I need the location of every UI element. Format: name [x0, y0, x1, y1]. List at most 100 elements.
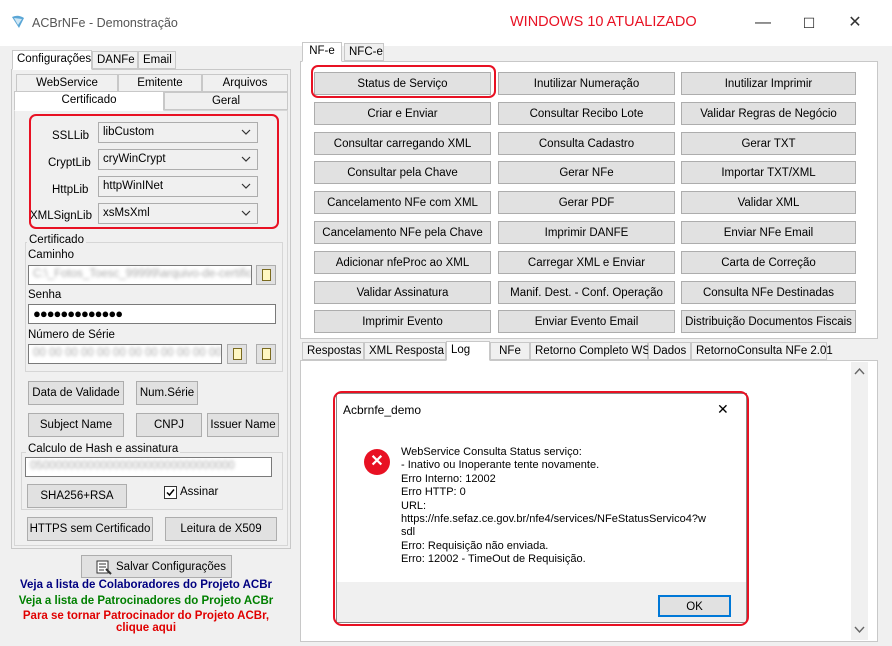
bottom-tab-dados[interactable]: Dados: [648, 342, 691, 360]
nfe-action-button-col3-row6[interactable]: Enviar NFe Email: [681, 221, 856, 244]
tab-danfe[interactable]: DANFe: [92, 51, 138, 69]
ssllib-select[interactable]: libCustom: [98, 122, 258, 143]
maximize-button[interactable]: ☐: [786, 8, 832, 38]
nfe-action-button-col2-row4[interactable]: Gerar NFe: [498, 161, 675, 185]
tab-email[interactable]: Email: [138, 51, 176, 69]
nfe-action-button-col3-row9[interactable]: Distribuição Documentos Fiscais: [681, 310, 856, 334]
nfe-action-button-col1-row6[interactable]: Cancelamento NFe pela Chave: [314, 221, 491, 244]
nfe-action-button-col1-row4[interactable]: Consultar pela Chave: [314, 161, 491, 185]
nfe-action-button-col1-row5[interactable]: Cancelamento NFe com XML: [314, 191, 491, 215]
chevron-down-icon: [241, 156, 251, 162]
nfe-action-button-col2-row2[interactable]: Consultar Recibo Lote: [498, 101, 675, 125]
subtab-geral[interactable]: Geral: [164, 92, 288, 110]
link-tornar-patrocinador[interactable]: Para se tornar Patrocinador do Projeto A…: [10, 610, 282, 622]
subtab-certificado[interactable]: Certificado: [14, 91, 164, 111]
nfe-action-button-col3-row2[interactable]: Validar Regras de Negócio: [681, 101, 856, 125]
sha256-rsa-button[interactable]: SHA256+RSA: [27, 484, 127, 508]
httplib-select[interactable]: httpWinINet: [98, 176, 258, 197]
document-icon: [262, 269, 271, 281]
subject-name-button[interactable]: Subject Name: [28, 413, 124, 437]
https-sem-certificado-button[interactable]: HTTPS sem Certificado: [27, 517, 153, 541]
cryptlib-label: CryptLib: [48, 157, 91, 169]
chevron-down-icon: [241, 183, 251, 189]
subtab-arquivos[interactable]: Arquivos: [202, 74, 288, 92]
nfe-action-button-col3-row1[interactable]: Inutilizar Imprimir: [681, 72, 856, 95]
scroll-up-icon[interactable]: [854, 367, 865, 375]
scroll-down-icon[interactable]: [854, 626, 865, 634]
nfe-action-button-col2-row1[interactable]: Inutilizar Numeração: [498, 72, 675, 95]
salvar-configuracoes-button[interactable]: Salvar Configurações: [81, 555, 232, 578]
minimize-button[interactable]: —: [740, 8, 786, 38]
tab-configuracoes[interactable]: Configurações: [12, 50, 92, 70]
error-dialog: Acbrnfe_demo ✕ ✕ WebService Consulta Sta…: [336, 393, 747, 623]
num-serie-button[interactable]: Num.Série: [136, 381, 198, 405]
issuer-name-button[interactable]: Issuer Name: [207, 413, 279, 437]
data-validade-button[interactable]: Data de Validade: [28, 381, 124, 405]
window-title: ACBrNFe - Demonstração: [32, 16, 178, 30]
nfe-action-button-col1-row1[interactable]: Status de Serviço: [314, 72, 491, 95]
leitura-x509-button[interactable]: Leitura de X509: [165, 517, 277, 541]
ssllib-label: SSLLib: [52, 130, 90, 142]
bottom-tab-retorno-completo-ws[interactable]: Retorno Completo WS: [530, 342, 650, 360]
bottom-tab-retornoconsulta-nfe-2-01[interactable]: RetornoConsulta NFe 2.01: [691, 342, 833, 360]
chevron-down-icon: [241, 129, 251, 135]
select-serie-button[interactable]: [227, 344, 247, 364]
dialog-close-button[interactable]: ✕: [717, 401, 729, 418]
bottom-tab-respostas[interactable]: Respostas: [302, 342, 364, 360]
nfe-action-button-col1-row9[interactable]: Imprimir Evento: [314, 310, 491, 334]
hash-group-title: Calculo de Hash e assinatura: [26, 443, 181, 455]
chevron-down-icon: [241, 210, 251, 216]
nfe-action-button-col1-row2[interactable]: Criar e Enviar: [314, 101, 491, 125]
nfe-action-button-col2-row5[interactable]: Gerar PDF: [498, 191, 675, 215]
document-icon: [233, 348, 242, 360]
nfe-action-button-col1-row3[interactable]: Consultar carregando XML: [314, 131, 491, 155]
caminho-input[interactable]: C:\_Fotos_Toesc_99999\arquivo-de-certifi…: [28, 265, 252, 285]
nfe-action-button-col3-row7[interactable]: Carta de Correção: [681, 250, 856, 274]
select-serie-file-button[interactable]: [256, 344, 276, 364]
tab-nfe[interactable]: NF-e: [302, 42, 342, 62]
nfe-action-button-col2-row8[interactable]: Manif. Dest. - Conf. Operação: [498, 280, 675, 304]
nfe-action-button-col2-row9[interactable]: Enviar Evento Email: [498, 310, 675, 334]
subtab-webservice[interactable]: WebService: [16, 74, 118, 92]
assinar-label: Assinar: [180, 486, 219, 498]
bottom-tab-nfe[interactable]: NFe: [490, 342, 530, 360]
nfe-action-button-col3-row5[interactable]: Validar XML: [681, 191, 856, 215]
cryptlib-select[interactable]: cryWinCrypt: [98, 149, 258, 170]
httplib-label: HttpLib: [52, 184, 89, 196]
log-scrollbar[interactable]: [851, 362, 868, 640]
nfe-action-button-col3-row3[interactable]: Gerar TXT: [681, 131, 856, 155]
tab-nfce[interactable]: NFC-e: [344, 43, 384, 61]
nfe-action-button-col2-row3[interactable]: Consulta Cadastro: [498, 131, 675, 155]
xmlsignlib-select[interactable]: xsMsXml: [98, 203, 258, 224]
httplib-value: httpWinINet: [103, 180, 164, 192]
cnpj-button[interactable]: CNPJ: [136, 413, 202, 437]
save-config-icon: [96, 560, 112, 575]
browse-certificate-button[interactable]: [256, 265, 276, 285]
ssllib-value: libCustom: [103, 126, 155, 138]
link-colaboradores[interactable]: Veja a lista de Colaboradores do Projeto…: [10, 579, 282, 591]
dialog-message: WebService Consulta Status serviço: - In…: [401, 446, 706, 566]
nfe-action-button-col2-row6[interactable]: Imprimir DANFE: [498, 221, 675, 244]
nfe-action-button-col1-row8[interactable]: Validar Assinatura: [314, 280, 491, 304]
nfe-action-button-col3-row4[interactable]: Importar TXT/XML: [681, 161, 856, 185]
nfe-action-button-col2-row7[interactable]: Carregar XML e Enviar: [498, 250, 675, 274]
assinar-checkbox[interactable]: [164, 486, 177, 499]
serie-input[interactable]: 00 00 00 00 00 00 00 00 00 00 00 00 00 0…: [28, 344, 222, 364]
subtab-emitente[interactable]: Emitente: [118, 74, 202, 92]
bottom-tab-log[interactable]: Log: [446, 341, 490, 361]
serie-label: Número de Série: [28, 329, 115, 341]
xmlsignlib-value: xsMsXml: [103, 207, 150, 219]
ok-button[interactable]: OK: [658, 595, 731, 617]
hash-input[interactable]: 05000000000000000000000000000000: [25, 457, 272, 477]
serie-value: 00 00 00 00 00 00 00 00 00 00 00 00 00 0…: [33, 347, 222, 359]
dialog-title: Acbrnfe_demo: [343, 403, 422, 417]
link-patrocinadores[interactable]: Veja a lista de Patrocinadores do Projet…: [10, 595, 282, 607]
bottom-tab-xml-resposta[interactable]: XML Resposta: [364, 342, 446, 360]
close-button[interactable]: ✕: [832, 8, 878, 38]
nfe-action-button-col3-row8[interactable]: Consulta NFe Destinadas: [681, 280, 856, 304]
error-icon: ✕: [364, 449, 390, 475]
senha-input[interactable]: ●●●●●●●●●●●●●: [28, 304, 276, 324]
nfe-action-button-col1-row7[interactable]: Adicionar nfeProc ao XML: [314, 250, 491, 274]
document-icon: [262, 348, 271, 360]
link-clique-aqui[interactable]: clique aqui: [10, 622, 282, 634]
